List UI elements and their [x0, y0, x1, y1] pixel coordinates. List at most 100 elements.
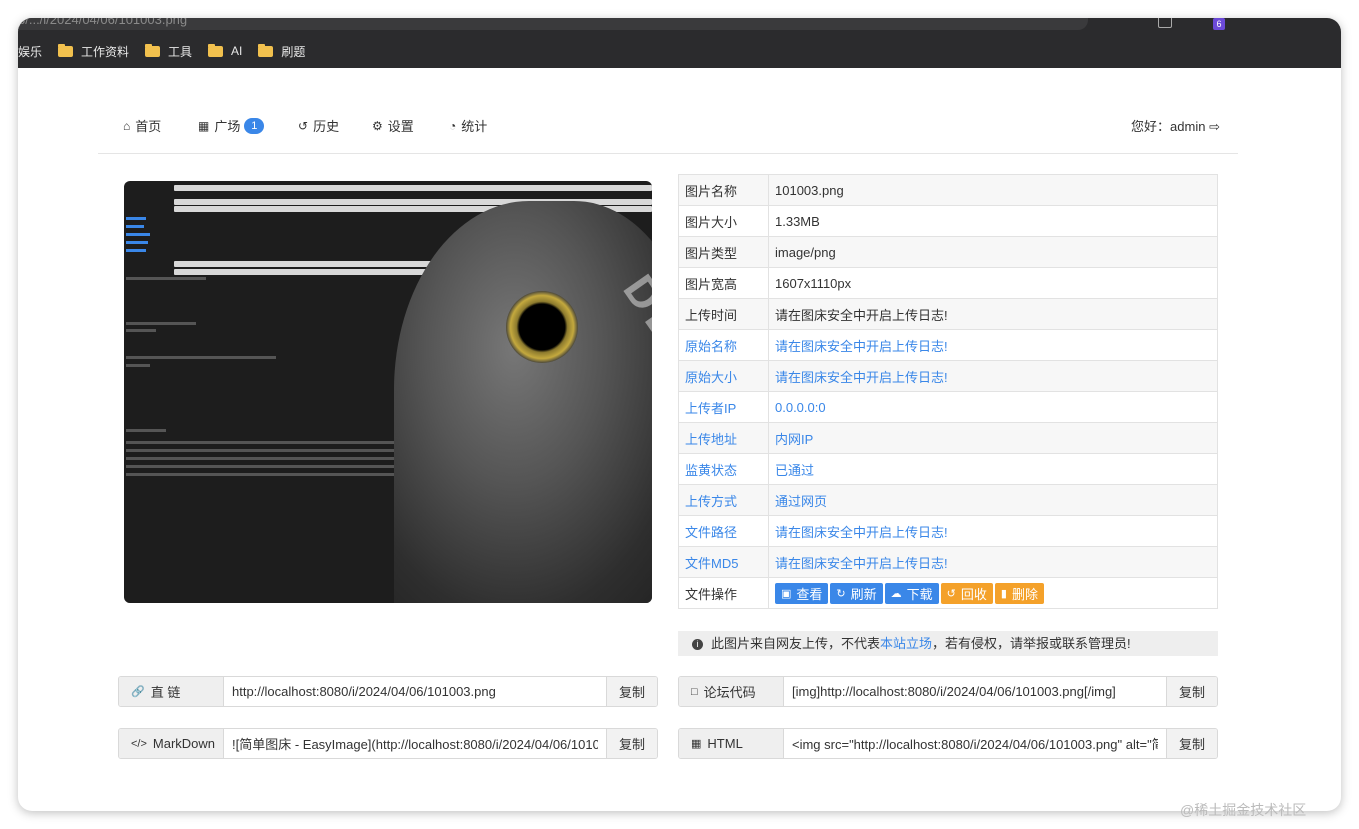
- copy-html-button[interactable]: 复制: [1166, 729, 1217, 758]
- copy-markdown-button[interactable]: 复制: [606, 729, 657, 758]
- image-info-table: 图片名称 101003.png 图片大小 1.33MB 图片类型 image/png 图片宽…: [678, 174, 1218, 609]
- extension-icon[interactable]: [1158, 18, 1172, 28]
- info-row: 图片大小 1.33MB: [678, 205, 1218, 237]
- terminal-line: [126, 322, 196, 325]
- info-row: 上传时间 请在图床安全中开启上传日志!: [678, 298, 1218, 330]
- info-row-ops: 文件操作 ▣ 查看 ↻ 刷新 ☁ 下载 ↺ 回收 ▮ 删除: [678, 577, 1218, 609]
- refresh-icon: ↻: [836, 587, 846, 600]
- direct-link-input[interactable]: [224, 677, 606, 706]
- direct-link-label: 🔗 直 链: [119, 677, 224, 706]
- info-key: 监黄状态: [678, 453, 769, 485]
- extension-badge[interactable]: 6: [1213, 18, 1225, 30]
- info-row: 图片类型 image/png: [678, 236, 1218, 268]
- bookmark-entertainment[interactable]: 娱乐: [18, 43, 42, 60]
- markdown-input[interactable]: [224, 729, 606, 758]
- info-key: 图片大小: [678, 205, 769, 237]
- image-preview[interactable]: DLOUY: [124, 181, 652, 603]
- info-value: 请在图床安全中开启上传日志!: [768, 515, 1218, 547]
- image-icon: ▣: [781, 587, 792, 600]
- refresh-button-label: 刷新: [850, 586, 877, 602]
- bookmark-ai[interactable]: AI: [208, 43, 242, 58]
- terminal-line: [126, 356, 276, 359]
- recycle-button-label: 回收: [960, 586, 987, 602]
- terminal-line: [126, 277, 206, 280]
- terminal-line: [126, 225, 144, 228]
- forum-code-input[interactable]: [784, 677, 1166, 706]
- view-button-label: 查看: [796, 586, 823, 602]
- copy-direct-button[interactable]: 复制: [606, 677, 657, 706]
- nav-square[interactable]: ▦ 广场 1: [198, 116, 265, 135]
- info-value: 请在图床安全中开启上传日志!: [768, 546, 1218, 578]
- main-nav: ⌂ 首页 ▦ 广场 1 ↺ 历史 ⚙ 设置 ◔ 统计 您好：admin ⇨: [98, 108, 1238, 154]
- recycle-button[interactable]: ↺ 回收: [940, 582, 993, 604]
- info-key: 上传方式: [678, 484, 769, 516]
- download-button-label: 下载: [906, 586, 933, 602]
- terminal-line: [126, 364, 150, 367]
- terminal-line: [126, 457, 426, 460]
- info-row: 上传方式 通过网页: [678, 484, 1218, 516]
- site-stance-link[interactable]: 本站立场: [880, 636, 932, 651]
- html-label: ▦ HTML: [679, 729, 784, 758]
- info-value: 通过网页: [768, 484, 1218, 516]
- delete-button-label: 删除: [1011, 586, 1038, 602]
- view-button[interactable]: ▣ 查看: [775, 582, 829, 604]
- file-operations: ▣ 查看 ↻ 刷新 ☁ 下载 ↺ 回收 ▮ 删除: [768, 577, 1218, 609]
- html-group: ▦HTML 复制: [678, 728, 1218, 759]
- trash-icon: ▮: [1000, 587, 1007, 600]
- info-row: 文件路径 请在图床安全中开启上传日志!: [678, 515, 1218, 547]
- info-key: 图片宽高: [678, 267, 769, 299]
- info-row: 图片名称 101003.png: [678, 174, 1218, 206]
- info-row: 上传地址 内网IP: [678, 422, 1218, 454]
- browser-toolbar: p/.../i/2024/04/06/101003.png 6 娱乐 工作资料 …: [18, 18, 1341, 68]
- square-count-badge: 1: [244, 117, 265, 134]
- refresh-button[interactable]: ↻ 刷新: [830, 582, 883, 604]
- info-key: 文件路径: [678, 515, 769, 547]
- info-circle-icon: i: [692, 639, 703, 651]
- terminal-line: [126, 233, 150, 236]
- terminal-line: [126, 249, 146, 252]
- folder-icon: [58, 43, 74, 57]
- html5-icon: ▦: [691, 738, 702, 750]
- info-key: 原始大小: [678, 360, 769, 392]
- nav-home[interactable]: ⌂ 首页: [123, 116, 161, 135]
- juejin-watermark: @稀土掘金技术社区: [1180, 802, 1307, 818]
- grid-icon: ▦: [198, 118, 210, 133]
- cogs-icon: ⚙: [372, 118, 383, 133]
- address-bar[interactable]: p/.../i/2024/04/06/101003.png: [18, 18, 1088, 30]
- pie-chart-icon: ◔: [449, 118, 457, 133]
- bookmarks-bar: 娱乐 工作资料 工具 AI 刷题: [18, 40, 321, 62]
- nav-stats[interactable]: ◔ 统计: [449, 116, 487, 135]
- home-icon: ⌂: [123, 118, 131, 133]
- terminal-line: [126, 465, 426, 468]
- terminal-line: [174, 185, 652, 191]
- undo-icon: ↺: [946, 587, 956, 600]
- info-value: 已通过: [768, 453, 1218, 485]
- bookmark-practice[interactable]: 刷题: [258, 43, 305, 60]
- delete-button[interactable]: ▮ 删除: [994, 582, 1044, 604]
- history-icon: ↺: [298, 118, 309, 133]
- copy-forum-button[interactable]: 复制: [1166, 677, 1217, 706]
- terminal-line: [126, 329, 156, 332]
- info-value: 请在图床安全中开启上传日志!: [768, 298, 1218, 330]
- info-key: 原始名称: [678, 329, 769, 361]
- nav-history[interactable]: ↺ 历史: [298, 116, 339, 135]
- info-key: 文件操作: [678, 577, 769, 609]
- info-value: 内网IP: [768, 422, 1218, 454]
- logout-icon[interactable]: ⇨: [1209, 119, 1220, 134]
- bookmark-work-docs[interactable]: 工作资料: [58, 43, 129, 60]
- owl-eye: [506, 291, 578, 363]
- copyright-notice: i 此图片来自网友上传，不代表本站立场，若有侵权，请举报或联系管理员!: [678, 631, 1218, 656]
- terminal-line: [126, 449, 426, 452]
- user-greeting[interactable]: 您好：admin ⇨: [1131, 116, 1220, 135]
- bookmark-tools[interactable]: 工具: [145, 43, 192, 60]
- forum-code-group: □论坛代码 复制: [678, 676, 1218, 707]
- info-row: 原始名称 请在图床安全中开启上传日志!: [678, 329, 1218, 361]
- nav-settings[interactable]: ⚙ 设置: [372, 116, 414, 135]
- html-input[interactable]: [784, 729, 1166, 758]
- info-value: 请在图床安全中开启上传日志!: [768, 329, 1218, 361]
- address-bar-text: p/.../i/2024/04/06/101003.png: [18, 18, 188, 27]
- info-key: 上传地址: [678, 422, 769, 454]
- folder-icon: [208, 43, 224, 57]
- terminal-line: [126, 241, 148, 244]
- download-button[interactable]: ☁ 下载: [884, 582, 939, 604]
